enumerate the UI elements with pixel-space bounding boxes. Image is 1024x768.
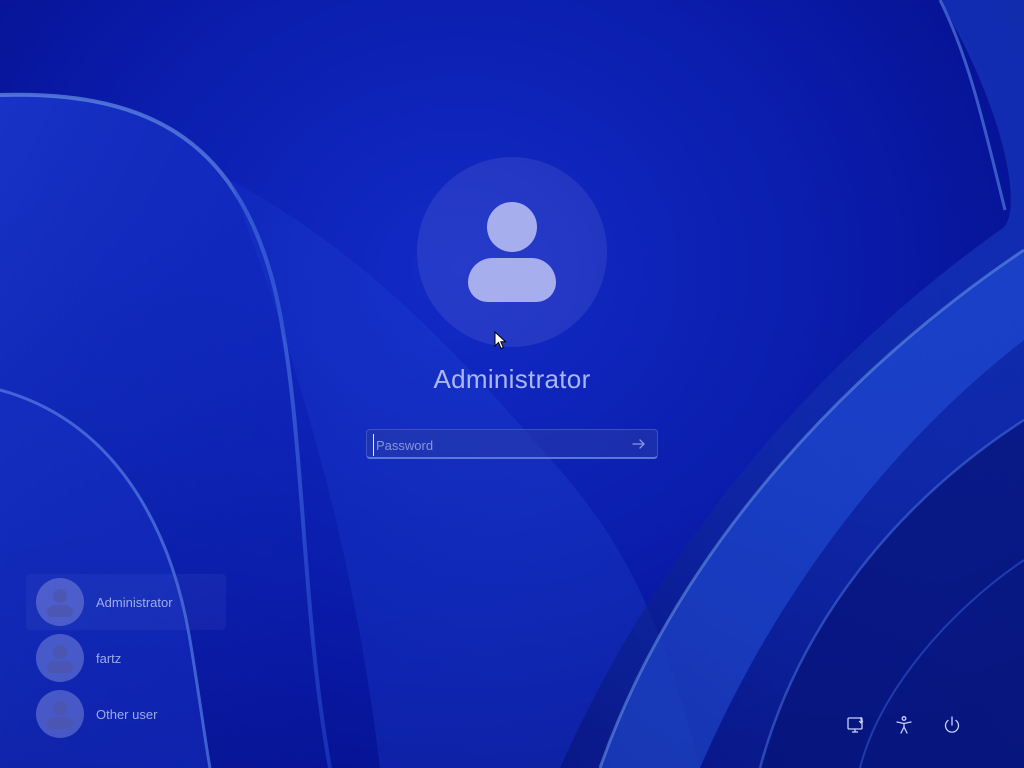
avatar-body bbox=[468, 258, 556, 302]
user-item-administrator[interactable]: Administrator bbox=[26, 574, 226, 630]
user-avatar-icon bbox=[36, 578, 84, 626]
power-icon[interactable] bbox=[941, 714, 963, 736]
password-input[interactable] bbox=[373, 434, 618, 456]
user-item-label: Administrator bbox=[96, 595, 173, 610]
avatar-head bbox=[487, 202, 537, 252]
user-avatar-icon bbox=[36, 690, 84, 738]
selected-username: Administrator bbox=[433, 364, 591, 394]
network-icon[interactable] bbox=[845, 714, 867, 736]
user-avatar-icon bbox=[417, 157, 607, 347]
arrow-right-icon[interactable] bbox=[631, 436, 647, 452]
accessibility-icon[interactable] bbox=[893, 714, 915, 736]
user-list: Administrator fartz Other user bbox=[26, 574, 226, 742]
user-item-label: Other user bbox=[96, 707, 158, 722]
user-item-label: fartz bbox=[96, 651, 122, 666]
user-item-other-user[interactable]: Other user bbox=[26, 686, 226, 742]
mouse-cursor-icon bbox=[494, 331, 507, 350]
user-avatar-icon bbox=[36, 634, 84, 682]
user-item-fartz[interactable]: fartz bbox=[26, 630, 226, 686]
password-field-container[interactable] bbox=[366, 429, 658, 459]
lock-screen: Administrator Administrator fartz Other … bbox=[0, 0, 1024, 768]
